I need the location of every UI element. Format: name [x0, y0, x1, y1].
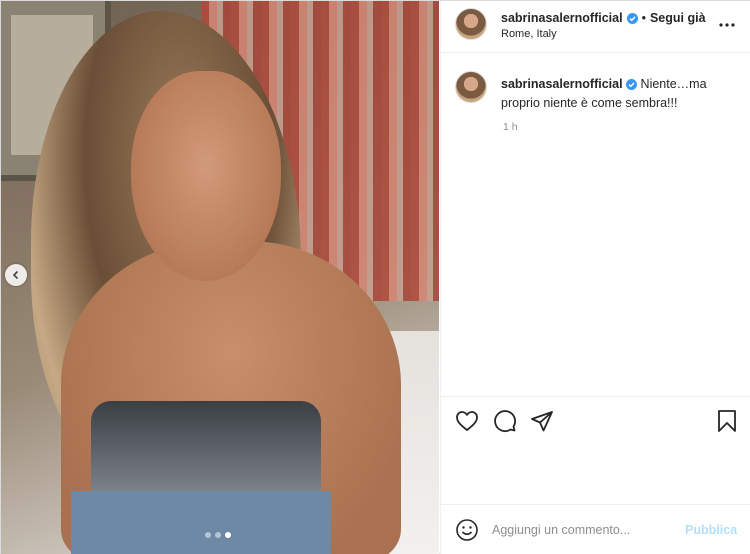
share-icon	[531, 411, 553, 432]
action-bar	[441, 396, 750, 446]
post-header: sabrinasalernofficial • Segui già Rome, …	[441, 1, 750, 53]
publish-button[interactable]: Pubblica	[685, 523, 737, 537]
header-name-row: sabrinasalernofficial • Segui già	[501, 11, 706, 25]
avatar[interactable]	[455, 71, 487, 103]
post-timestamp[interactable]: 1 h	[503, 121, 518, 133]
carousel-dot	[215, 532, 221, 538]
add-comment-bar: Pubblica	[441, 504, 750, 554]
like-button[interactable]	[453, 407, 481, 435]
chevron-left-icon	[12, 270, 19, 280]
more-horizontal-icon	[719, 23, 735, 27]
comment-button[interactable]	[491, 407, 519, 435]
separator-dot: •	[641, 11, 646, 25]
save-button[interactable]	[713, 407, 741, 435]
heart-icon	[456, 411, 478, 431]
username-link[interactable]: sabrinasalernofficial	[501, 11, 623, 25]
comment-input[interactable]	[492, 519, 672, 541]
previous-slide-button[interactable]	[5, 264, 27, 286]
location-link[interactable]: Rome, Italy	[501, 28, 557, 40]
comment-icon	[494, 410, 516, 432]
post-photo[interactable]	[1, 1, 439, 554]
following-button[interactable]: Segui già	[650, 11, 706, 25]
carousel-dot-active	[225, 532, 231, 538]
carousel-indicator	[205, 532, 231, 538]
carousel-dot	[205, 532, 211, 538]
share-button[interactable]	[528, 407, 556, 435]
caption-username-link[interactable]: sabrinasalernofficial	[501, 77, 623, 91]
subject-face	[131, 71, 281, 281]
avatar[interactable]	[455, 8, 487, 40]
verified-badge-icon	[626, 12, 638, 24]
subject-jeans	[71, 491, 331, 554]
caption-text: sabrinasalernofficial Niente…ma proprio …	[501, 75, 737, 113]
emoji-icon[interactable]	[455, 518, 479, 542]
verified-badge-icon	[626, 79, 638, 91]
bookmark-icon	[718, 410, 736, 432]
post-side-panel: sabrinasalernofficial • Segui già Rome, …	[440, 1, 750, 554]
more-options-button[interactable]	[717, 15, 737, 35]
instagram-post: sabrinasalernofficial • Segui già Rome, …	[0, 0, 750, 554]
